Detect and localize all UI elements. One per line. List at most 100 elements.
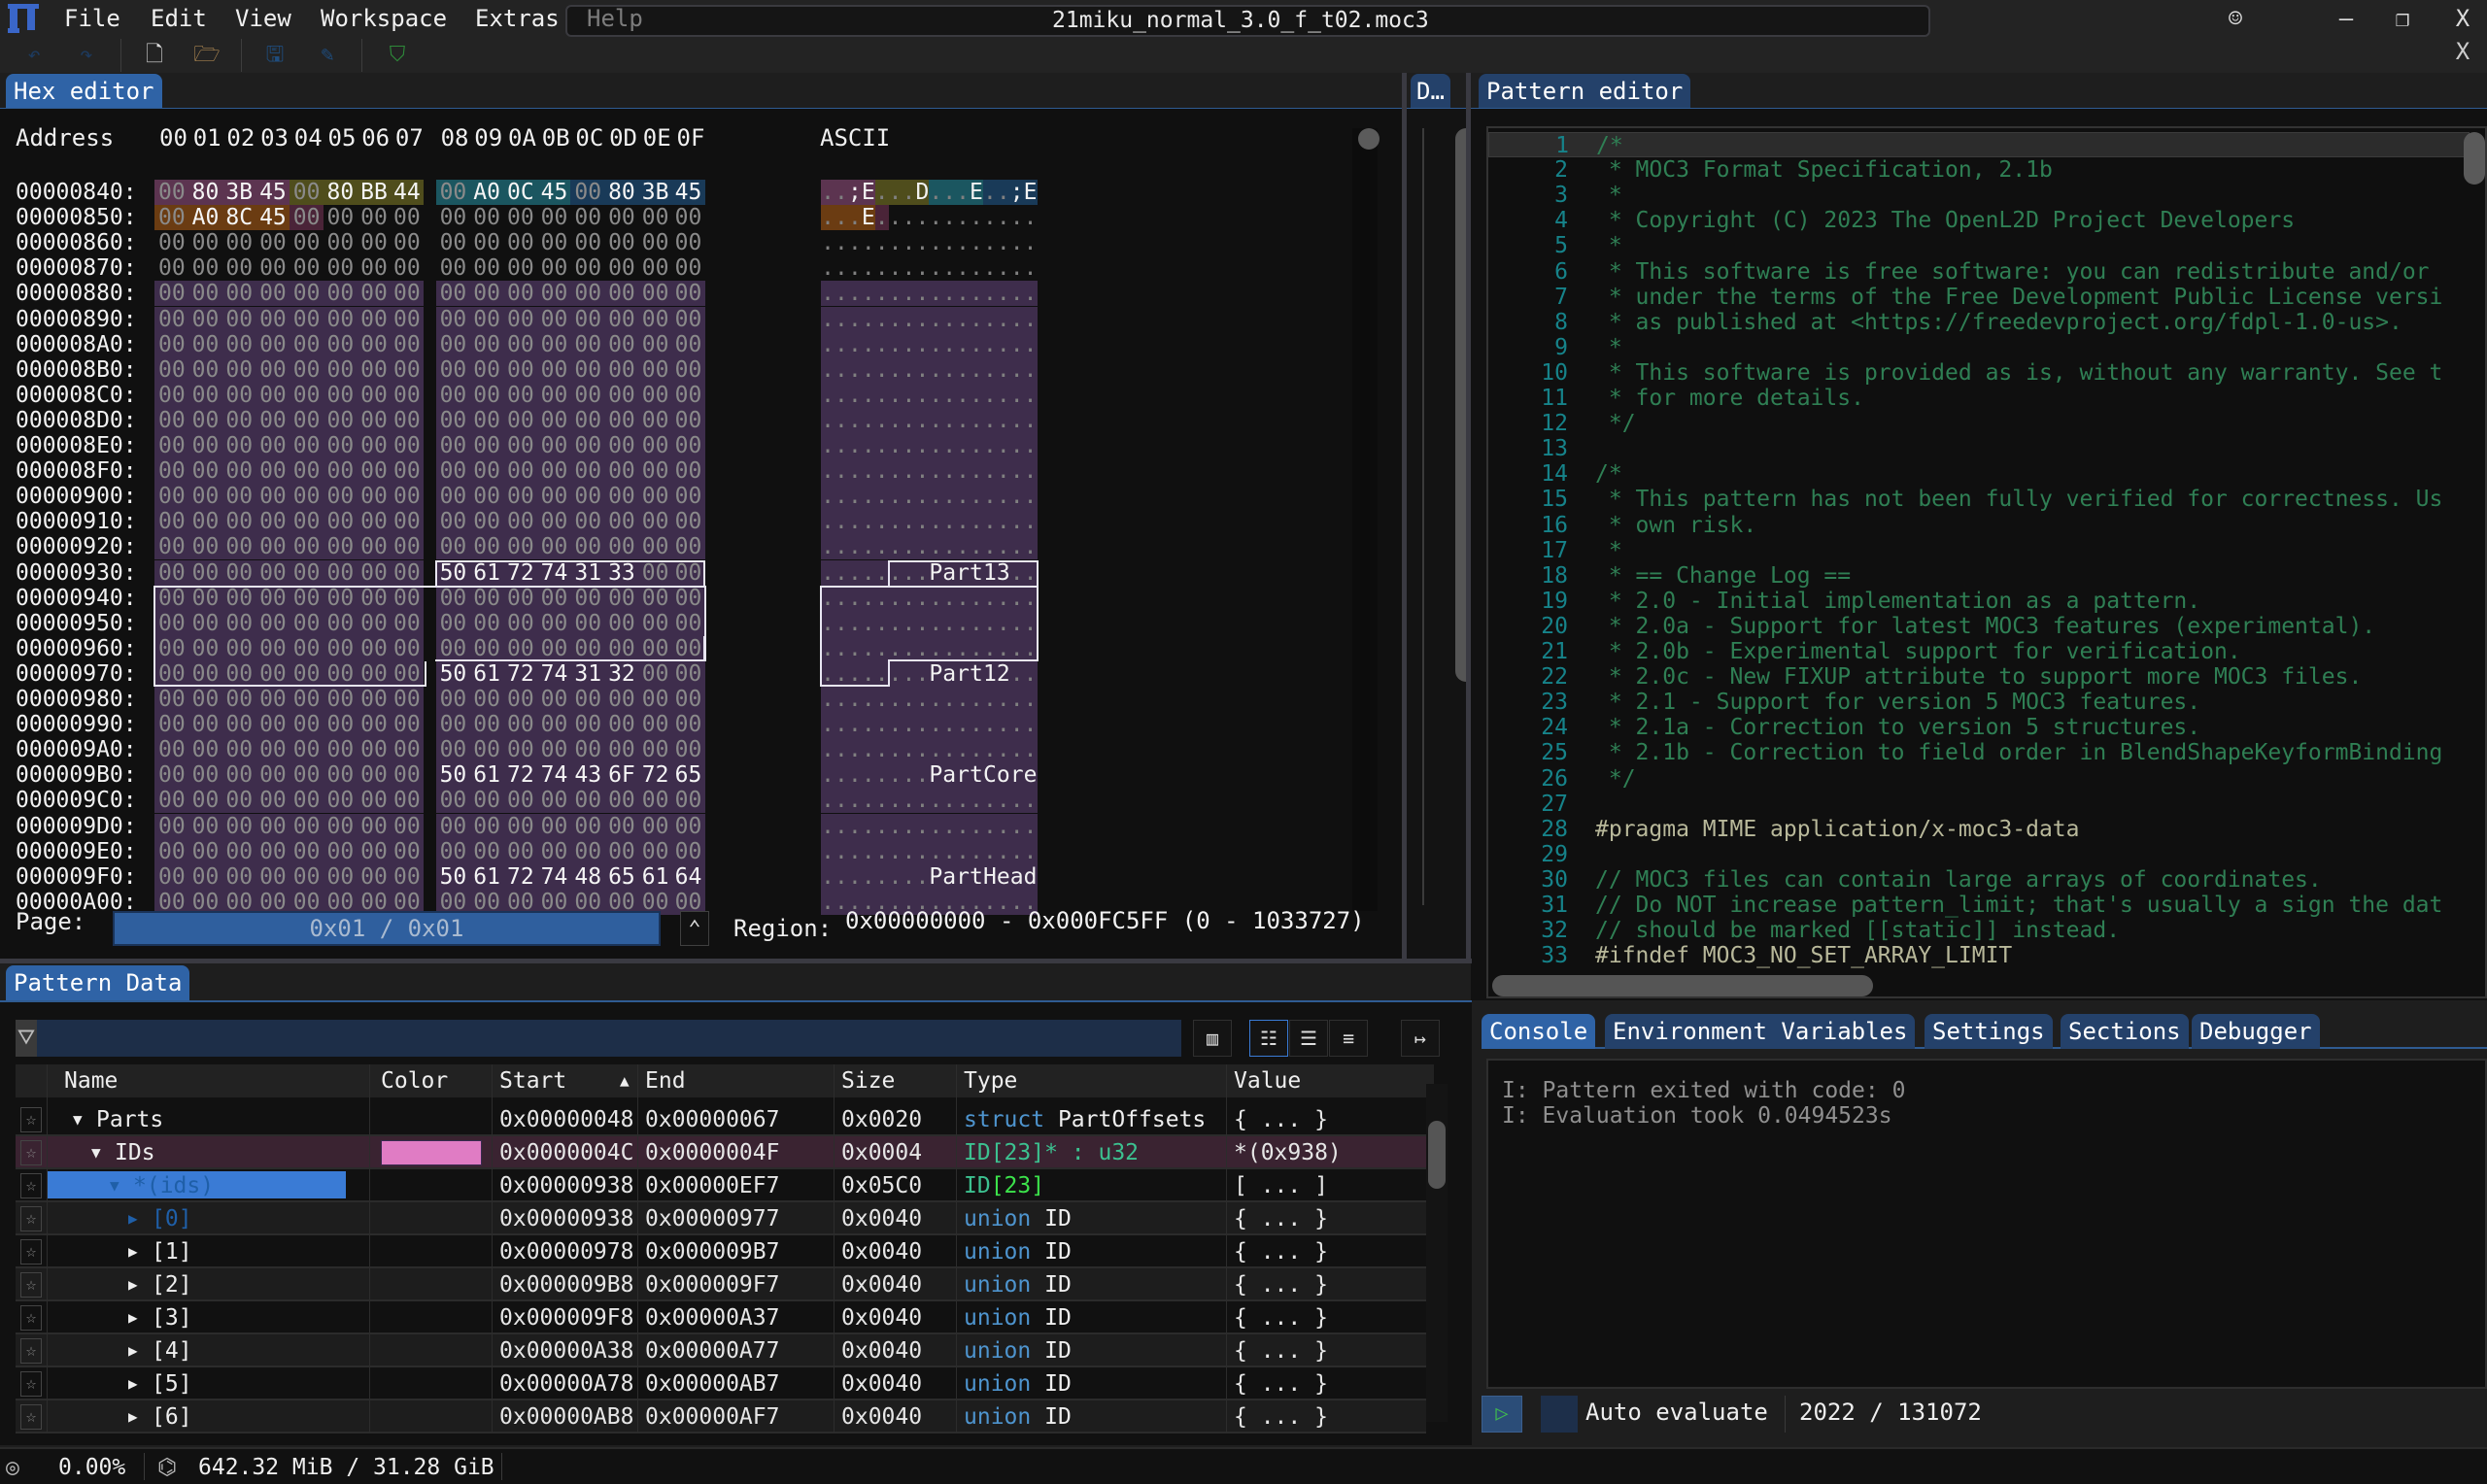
hex-byte[interactable]: 00 — [536, 458, 572, 485]
hex-byte[interactable]: 00 — [435, 712, 471, 738]
ascii-char[interactable]: . — [847, 687, 862, 712]
hex-byte[interactable]: 00 — [221, 534, 257, 560]
hex-byte[interactable]: 00 — [637, 559, 673, 586]
hex-byte[interactable]: 00 — [357, 712, 392, 738]
ascii-char[interactable]: . — [1010, 205, 1024, 230]
hex-byte[interactable]: 00 — [390, 585, 424, 611]
ascii-char[interactable]: . — [942, 509, 957, 535]
ascii-char[interactable]: . — [915, 433, 930, 458]
tab-pattern-data[interactable]: Pattern Data — [6, 965, 190, 1000]
hex-scrollbar-thumb[interactable] — [1358, 128, 1380, 150]
hex-byte[interactable]: 00 — [390, 458, 424, 485]
hex-byte[interactable]: 00 — [154, 484, 189, 510]
hex-byte[interactable]: 00 — [671, 660, 705, 687]
ascii-char[interactable]: . — [861, 712, 875, 738]
hex-byte[interactable]: 61 — [469, 863, 504, 890]
ascii-char[interactable]: . — [969, 306, 984, 332]
ascii-char[interactable]: a — [942, 762, 957, 789]
ascii-char[interactable]: . — [902, 660, 916, 687]
hex-byte[interactable]: 00 — [289, 687, 324, 712]
hex-byte[interactable]: 00 — [671, 559, 705, 586]
ascii-char[interactable]: . — [956, 281, 971, 307]
ascii-char[interactable]: . — [942, 534, 957, 560]
hex-byte[interactable]: 00 — [469, 737, 504, 763]
hex-byte[interactable]: 00 — [154, 712, 189, 738]
hex-byte[interactable]: 00 — [357, 255, 392, 281]
hex-byte[interactable]: 00 — [503, 813, 538, 839]
ascii-char[interactable]: . — [1009, 281, 1024, 307]
hex-byte[interactable]: 00 — [323, 635, 358, 661]
ascii-char[interactable]: . — [834, 635, 849, 661]
ascii-char[interactable]: . — [1009, 509, 1024, 535]
ascii-char[interactable]: . — [874, 660, 889, 687]
ascii-char[interactable]: . — [847, 863, 862, 890]
hex-byte[interactable]: 00 — [469, 585, 504, 611]
hex-byte[interactable]: 00 — [536, 737, 572, 763]
ascii-char[interactable]: . — [982, 737, 997, 763]
ascii-char[interactable]: . — [982, 509, 997, 535]
ascii-char[interactable]: . — [861, 306, 875, 332]
hex-byte[interactable]: 00 — [536, 585, 572, 611]
hex-byte[interactable]: 00 — [391, 230, 424, 255]
ascii-char[interactable]: . — [956, 180, 971, 205]
hex-byte[interactable]: 00 — [469, 382, 504, 408]
expand-arrow-icon[interactable]: ▶ — [128, 1400, 138, 1433]
hex-byte[interactable]: 00 — [187, 433, 223, 458]
ascii-char[interactable]: . — [915, 281, 930, 307]
hex-byte[interactable]: 80 — [604, 180, 639, 205]
hex-byte[interactable]: 00 — [637, 838, 673, 864]
ascii-char[interactable]: . — [821, 585, 835, 611]
hex-byte[interactable]: 00 — [221, 559, 257, 586]
hex-byte[interactable]: 00 — [323, 838, 358, 864]
hex-byte[interactable]: 74 — [536, 559, 572, 586]
hex-byte[interactable]: 00 — [435, 737, 471, 763]
ascii-char[interactable]: . — [996, 180, 1010, 205]
hex-byte[interactable]: 00 — [187, 585, 223, 611]
ascii-char[interactable]: . — [969, 737, 984, 763]
ascii-char[interactable]: . — [929, 737, 943, 763]
ascii-char[interactable]: . — [942, 788, 957, 814]
hex-byte[interactable]: A0 — [469, 180, 504, 205]
ascii-char[interactable]: . — [915, 255, 929, 281]
ascii-char[interactable]: r — [956, 762, 971, 789]
hex-byte[interactable]: 00 — [221, 484, 257, 510]
hex-byte[interactable]: 00 — [638, 205, 673, 230]
ascii-char[interactable]: . — [902, 356, 916, 383]
ascii-char[interactable]: . — [969, 534, 984, 560]
hex-byte[interactable]: 00 — [323, 712, 358, 738]
ascii-char[interactable]: . — [888, 585, 903, 611]
hex-byte[interactable]: 00 — [570, 687, 606, 712]
ascii-char[interactable]: . — [969, 509, 984, 535]
hex-byte[interactable]: 00 — [637, 585, 673, 611]
hex-byte[interactable]: 72 — [503, 863, 538, 890]
menu-help[interactable]: Help — [587, 2, 643, 35]
ascii-char[interactable]: . — [942, 585, 957, 611]
ascii-char[interactable]: t — [969, 863, 984, 890]
hex-byte[interactable]: 00 — [357, 813, 392, 839]
ascii-char[interactable]: . — [929, 458, 943, 485]
close-tab-button[interactable]: X — [2448, 35, 2477, 68]
ascii-char[interactable]: . — [889, 230, 903, 255]
ascii-char[interactable]: . — [996, 585, 1010, 611]
hex-byte[interactable]: 00 — [671, 585, 705, 611]
ascii-char[interactable]: . — [889, 255, 903, 281]
hex-byte[interactable]: 00 — [536, 712, 572, 738]
ascii-char[interactable]: . — [996, 509, 1010, 535]
ascii-char[interactable]: . — [982, 382, 997, 408]
hex-byte[interactable]: 00 — [289, 382, 324, 408]
ascii-char[interactable]: . — [956, 331, 971, 357]
ascii-char[interactable]: . — [1010, 230, 1024, 255]
hex-byte[interactable]: 00 — [671, 331, 705, 357]
hex-byte[interactable]: 00 — [503, 255, 538, 281]
hex-byte[interactable]: 00 — [154, 509, 189, 535]
ascii-char[interactable]: . — [915, 534, 930, 560]
ascii-char[interactable]: . — [902, 205, 916, 230]
ascii-char[interactable]: . — [956, 838, 971, 864]
hex-byte[interactable]: 00 — [357, 585, 392, 611]
ascii-char[interactable]: . — [834, 838, 849, 864]
ascii-char[interactable]: . — [861, 484, 875, 510]
hex-byte[interactable]: 00 — [570, 712, 606, 738]
ascii-char[interactable]: . — [1023, 610, 1038, 636]
hex-byte[interactable]: 00 — [154, 356, 189, 383]
ascii-char[interactable]: r — [1009, 762, 1024, 789]
